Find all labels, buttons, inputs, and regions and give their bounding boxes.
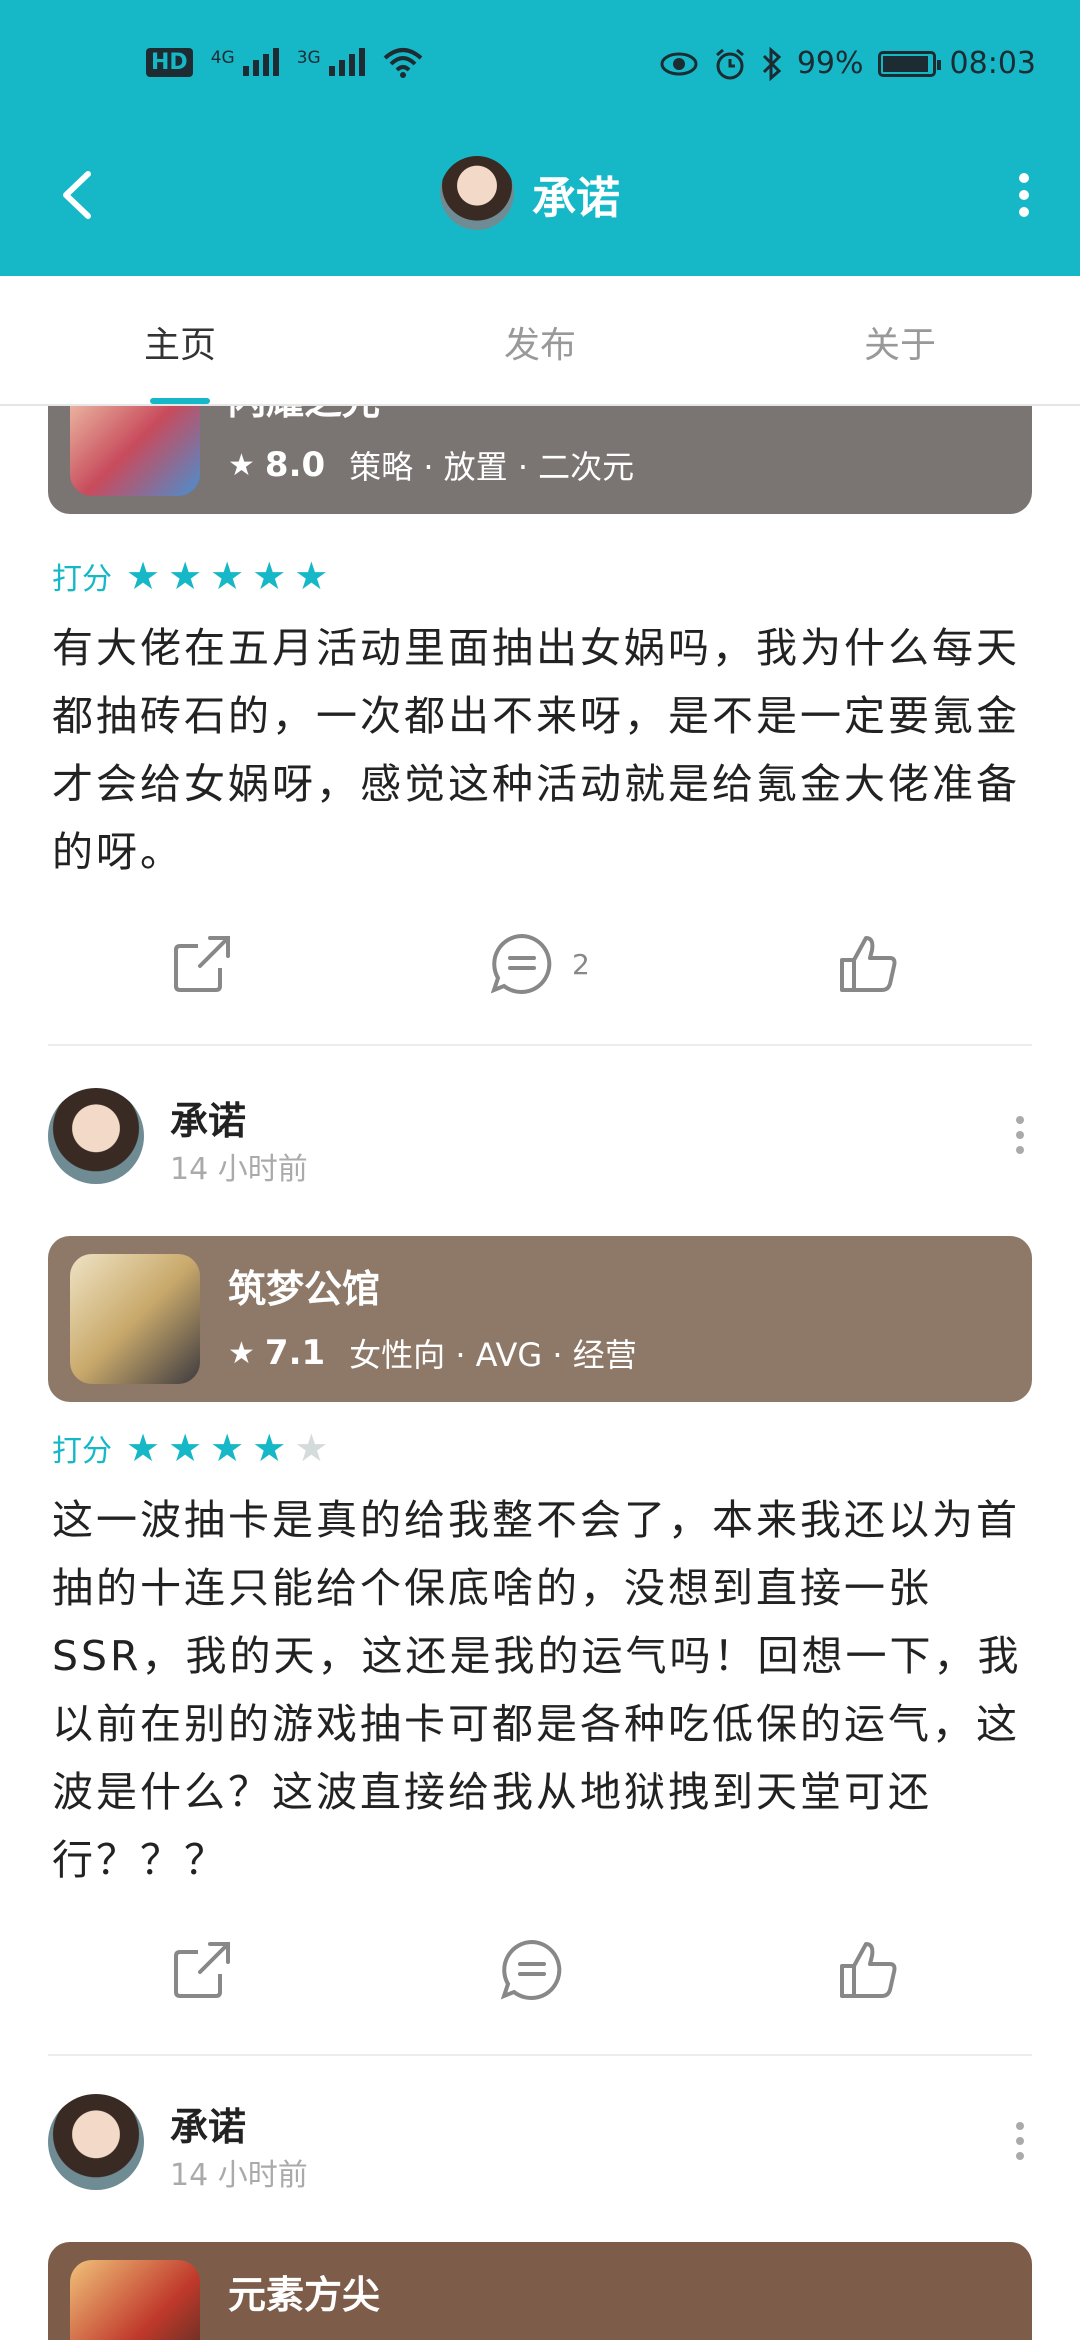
star-icon: ★ — [168, 1426, 203, 1470]
tab-bar: 主页 发布 关于 — [0, 276, 1080, 406]
share-button[interactable] — [170, 1930, 234, 2010]
game-icon — [70, 1254, 200, 1384]
tab-publish[interactable]: 发布 — [440, 316, 640, 368]
author-name[interactable]: 承诺 — [170, 2096, 246, 2151]
game-icon — [70, 404, 200, 496]
battery-icon — [877, 50, 941, 77]
game-icon — [70, 2260, 200, 2340]
star-icon: ★ — [228, 1335, 255, 1371]
game-meta: ★ 7.1 女性向 · AVG · 经营 — [228, 1330, 637, 1376]
nav-bar: 承诺 — [0, 130, 1080, 276]
author-name[interactable]: 承诺 — [170, 1090, 246, 1145]
star-icon: ★ — [126, 554, 161, 598]
like-icon — [840, 936, 897, 992]
clock: 08:03 — [949, 46, 1036, 81]
rating-label: 打分 — [52, 562, 112, 597]
like-button[interactable] — [836, 924, 900, 1004]
tab-indicator — [150, 398, 210, 404]
game-name: 元素方尖 — [228, 2273, 381, 2317]
game-card[interactable]: 闪耀之光 ★ 8.0 策略 · 放置 · 二次元 — [48, 404, 1032, 514]
rating: 打分 ★ ★ ★ ★ ★ — [52, 554, 328, 598]
game-card[interactable]: 元素方尖 — [48, 2242, 1032, 2340]
tab-home[interactable]: 主页 — [80, 316, 280, 368]
star-icon: ★ — [126, 1426, 161, 1470]
tab-about[interactable]: 关于 — [800, 316, 1000, 368]
more-vertical-icon[interactable] — [1004, 160, 1044, 230]
star-icon: ★ — [228, 447, 255, 483]
game-card[interactable]: 筑梦公馆 ★ 7.1 女性向 · AVG · 经营 — [48, 1236, 1032, 1402]
hd-badge: HD — [146, 47, 193, 77]
divider — [48, 1044, 1032, 1046]
star-icon: ★ — [252, 1426, 287, 1470]
rating: 打分 ★ ★ ★ ★ ★ — [52, 1426, 328, 1470]
page-title: 承诺 — [532, 173, 620, 224]
signal-icon: 4G — [211, 48, 279, 76]
avatar[interactable] — [48, 2094, 144, 2190]
share-button[interactable] — [170, 924, 234, 1004]
feed[interactable]: 闪耀之光 ★ 8.0 策略 · 放置 · 二次元 打分 ★ ★ ★ ★ ★ 有大… — [0, 404, 1080, 2340]
game-score: 8.0 — [264, 445, 326, 485]
share-icon — [174, 936, 230, 992]
more-vertical-icon[interactable] — [1008, 1110, 1032, 1160]
network-type-label: 4G — [210, 48, 235, 68]
battery-percent: 99% — [796, 46, 864, 81]
star-icon: ★ — [210, 1426, 245, 1470]
star-icon: ★ — [294, 554, 329, 598]
game-name: 筑梦公馆 — [228, 1267, 381, 1311]
comment-icon — [490, 933, 552, 994]
divider — [48, 2054, 1032, 2056]
eye-icon — [660, 52, 698, 75]
like-icon — [840, 1942, 897, 1998]
star-icon: ★ — [252, 554, 287, 598]
comment-icon — [500, 1939, 562, 2000]
alarm-icon — [715, 48, 744, 79]
top-bar: HD 4G 3G 99% 08:03 承诺 — [0, 0, 1080, 276]
star-icon: ★ — [168, 554, 203, 598]
post-time: 14 小时前 — [170, 1152, 308, 1187]
post-text: 有大佬在五月活动里面抽出女娲吗，我为什么每天都抽砖石的，一次都出不来呀，是不是一… — [52, 624, 1020, 876]
post-actions — [0, 1930, 1080, 2010]
avatar[interactable] — [48, 1088, 144, 1184]
comment-button[interactable] — [500, 1930, 582, 2010]
bluetooth-icon — [762, 46, 782, 81]
like-button[interactable] — [836, 1930, 900, 2010]
game-meta: ★ 8.0 策略 · 放置 · 二次元 — [228, 442, 634, 488]
comment-button[interactable]: 2 — [490, 924, 590, 1004]
comment-count: 2 — [572, 947, 590, 981]
back-arrow-icon[interactable] — [44, 160, 114, 230]
avatar[interactable] — [440, 156, 514, 230]
game-name: 闪耀之光 — [228, 404, 380, 425]
game-tags: 女性向 · AVG · 经营 — [349, 1336, 637, 1374]
game-tags: 策略 · 放置 · 二次元 — [349, 448, 635, 486]
post-time: 14 小时前 — [170, 2158, 308, 2193]
star-icon: ★ — [210, 554, 245, 598]
rating-label: 打分 — [52, 1434, 112, 1469]
game-score: 7.1 — [264, 1333, 326, 1373]
post-actions: 2 — [0, 924, 1080, 1004]
star-empty-icon: ★ — [294, 1426, 329, 1470]
network-type-label-2: 3G — [296, 48, 321, 68]
share-icon — [174, 1942, 230, 1998]
more-vertical-icon[interactable] — [1008, 2116, 1032, 2166]
status-bar: HD 4G 3G 99% 08:03 — [0, 0, 1080, 130]
signal-icon-2: 3G — [297, 48, 365, 76]
wifi-icon — [383, 48, 423, 78]
post-text: 这一波抽卡是真的给我整不会了，本来我还以为首抽的十连只能给个保底啥的，没想到直接… — [52, 1496, 1022, 1884]
